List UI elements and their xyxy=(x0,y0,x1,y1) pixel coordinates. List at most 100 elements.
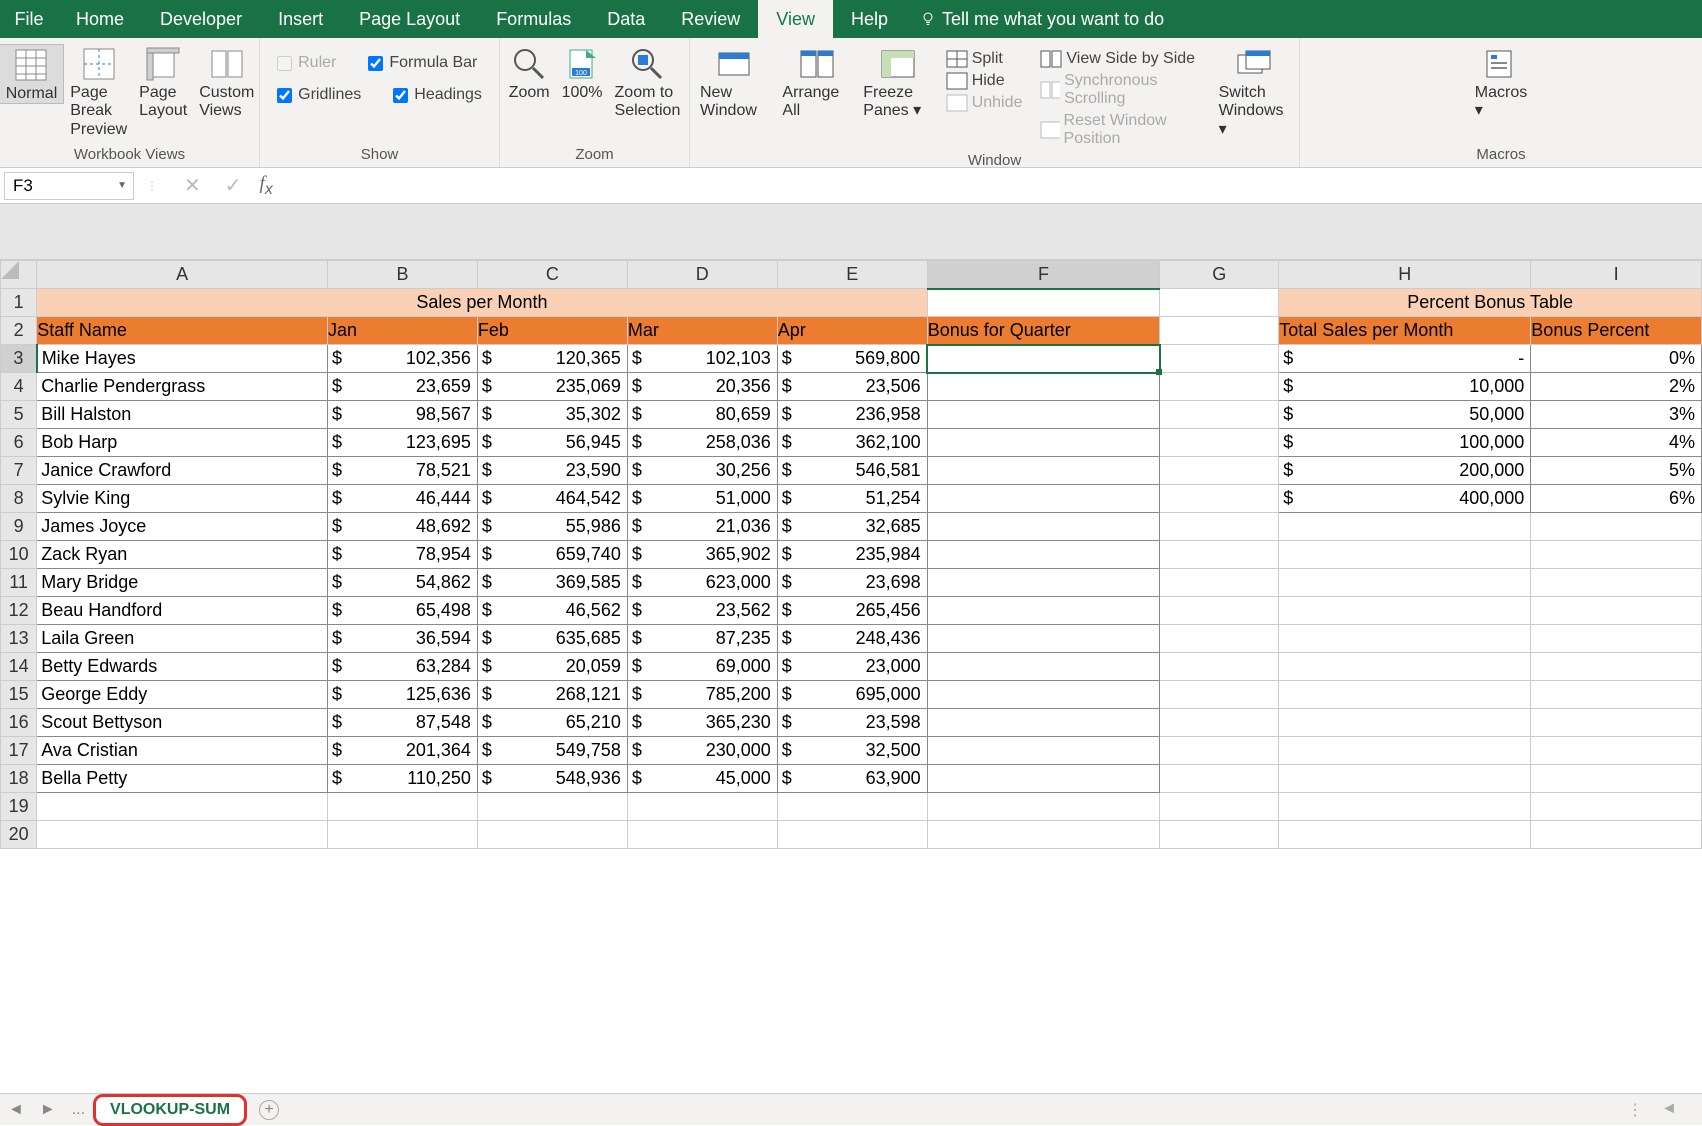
cell[interactable]: $369,585 xyxy=(477,569,627,597)
cell[interactable]: $123,695 xyxy=(328,429,478,457)
row-header-1[interactable]: 1 xyxy=(1,289,37,317)
cell[interactable] xyxy=(1279,681,1531,709)
staff-name-cell[interactable]: Sylvie King xyxy=(37,485,328,513)
cell[interactable]: $55,986 xyxy=(477,513,627,541)
cell[interactable] xyxy=(1531,793,1702,821)
cell[interactable] xyxy=(1160,429,1279,457)
cell[interactable] xyxy=(37,821,328,849)
switch-windows-button[interactable]: Switch Windows ▾ xyxy=(1213,44,1295,139)
tab-insert[interactable]: Insert xyxy=(260,0,341,38)
cell[interactable]: $201,364 xyxy=(328,737,478,765)
cell[interactable] xyxy=(1531,737,1702,765)
mar-header[interactable]: Mar xyxy=(627,317,777,345)
enter-formula-button[interactable]: ✓ xyxy=(213,173,254,198)
cell[interactable]: $120,365 xyxy=(477,345,627,373)
cell[interactable] xyxy=(1160,289,1279,317)
bonus-pct-cell[interactable]: 4% xyxy=(1531,429,1702,457)
cell[interactable]: $98,567 xyxy=(328,401,478,429)
tab-formulas[interactable]: Formulas xyxy=(478,0,589,38)
row-header-10[interactable]: 10 xyxy=(1,541,37,569)
col-header-B[interactable]: B xyxy=(328,261,478,289)
custom-views-button[interactable]: Custom Views xyxy=(193,44,260,121)
staff-name-cell[interactable]: Janice Crawford xyxy=(37,457,328,485)
col-header-G[interactable]: G xyxy=(1160,261,1279,289)
staff-name-cell[interactable]: Bob Harp xyxy=(37,429,328,457)
row-header-20[interactable]: 20 xyxy=(1,821,37,849)
cell[interactable] xyxy=(328,793,478,821)
cell[interactable] xyxy=(477,821,627,849)
bonus-cell[interactable] xyxy=(927,345,1160,373)
cell[interactable]: $623,000 xyxy=(627,569,777,597)
cell[interactable] xyxy=(477,793,627,821)
cell[interactable] xyxy=(1279,765,1531,793)
cell[interactable]: $248,436 xyxy=(777,625,927,653)
cell[interactable] xyxy=(328,821,478,849)
cell[interactable] xyxy=(1160,513,1279,541)
sheet-nav-next[interactable]: ► xyxy=(32,1101,64,1119)
bonus-cell[interactable] xyxy=(927,597,1160,625)
cell[interactable] xyxy=(1279,821,1531,849)
bonus-cell[interactable] xyxy=(927,485,1160,513)
cell[interactable]: $32,500 xyxy=(777,737,927,765)
col-header-A[interactable]: A xyxy=(37,261,328,289)
sales-per-month-header[interactable]: Sales per Month xyxy=(37,289,928,317)
cell[interactable]: $635,685 xyxy=(477,625,627,653)
cell[interactable]: $30,256 xyxy=(627,457,777,485)
bonus-sales-cell[interactable]: $- xyxy=(1279,345,1531,373)
bonus-cell[interactable] xyxy=(927,653,1160,681)
cell[interactable]: $20,356 xyxy=(627,373,777,401)
row-header-7[interactable]: 7 xyxy=(1,457,37,485)
page-layout-button[interactable]: Page Layout xyxy=(133,44,193,121)
cell[interactable] xyxy=(1531,513,1702,541)
tab-file[interactable]: File xyxy=(0,0,58,38)
cell[interactable] xyxy=(627,793,777,821)
cell[interactable] xyxy=(1531,541,1702,569)
cell[interactable]: $365,230 xyxy=(627,709,777,737)
bonus-cell[interactable] xyxy=(927,569,1160,597)
cell[interactable] xyxy=(1160,401,1279,429)
cell[interactable]: $365,902 xyxy=(627,541,777,569)
row-header-19[interactable]: 19 xyxy=(1,793,37,821)
page-break-button[interactable]: Page Break Preview xyxy=(64,44,133,139)
tab-help[interactable]: Help xyxy=(833,0,906,38)
tab-home[interactable]: Home xyxy=(58,0,142,38)
col-header-H[interactable]: H xyxy=(1279,261,1531,289)
bonus-cell[interactable] xyxy=(927,429,1160,457)
cell[interactable] xyxy=(1279,709,1531,737)
cell[interactable] xyxy=(777,793,927,821)
cell[interactable]: $549,758 xyxy=(477,737,627,765)
staff-name-cell[interactable]: Mike Hayes xyxy=(37,345,328,373)
row-header-14[interactable]: 14 xyxy=(1,653,37,681)
cell[interactable]: $65,498 xyxy=(328,597,478,625)
cell[interactable] xyxy=(1279,653,1531,681)
bonus-cell[interactable] xyxy=(927,625,1160,653)
cell[interactable] xyxy=(1531,625,1702,653)
cell[interactable]: $464,542 xyxy=(477,485,627,513)
cell[interactable]: $236,958 xyxy=(777,401,927,429)
cell[interactable]: $23,698 xyxy=(777,569,927,597)
cell[interactable]: $21,036 xyxy=(627,513,777,541)
bonus-percent-header[interactable]: Bonus Percent xyxy=(1531,317,1702,345)
cell[interactable] xyxy=(1160,681,1279,709)
staff-name-cell[interactable]: Bella Petty xyxy=(37,765,328,793)
cell[interactable] xyxy=(1531,709,1702,737)
cell[interactable]: $46,444 xyxy=(328,485,478,513)
row-header-9[interactable]: 9 xyxy=(1,513,37,541)
cell[interactable]: $659,740 xyxy=(477,541,627,569)
cell[interactable]: $785,200 xyxy=(627,681,777,709)
row-header-12[interactable]: 12 xyxy=(1,597,37,625)
hide-button[interactable]: Hide xyxy=(940,70,1029,92)
cell[interactable] xyxy=(927,821,1160,849)
row-header-13[interactable]: 13 xyxy=(1,625,37,653)
cell[interactable]: $102,356 xyxy=(328,345,478,373)
bonus-sales-cell[interactable]: $100,000 xyxy=(1279,429,1531,457)
cell[interactable]: $102,103 xyxy=(627,345,777,373)
cell[interactable]: $23,598 xyxy=(777,709,927,737)
select-all-cell[interactable] xyxy=(1,261,37,289)
cell[interactable] xyxy=(777,821,927,849)
split-button[interactable]: Split xyxy=(940,48,1029,70)
arrange-all-button[interactable]: Arrange All xyxy=(776,44,857,121)
cell[interactable] xyxy=(1279,737,1531,765)
row-header-8[interactable]: 8 xyxy=(1,485,37,513)
tab-developer[interactable]: Developer xyxy=(142,0,260,38)
